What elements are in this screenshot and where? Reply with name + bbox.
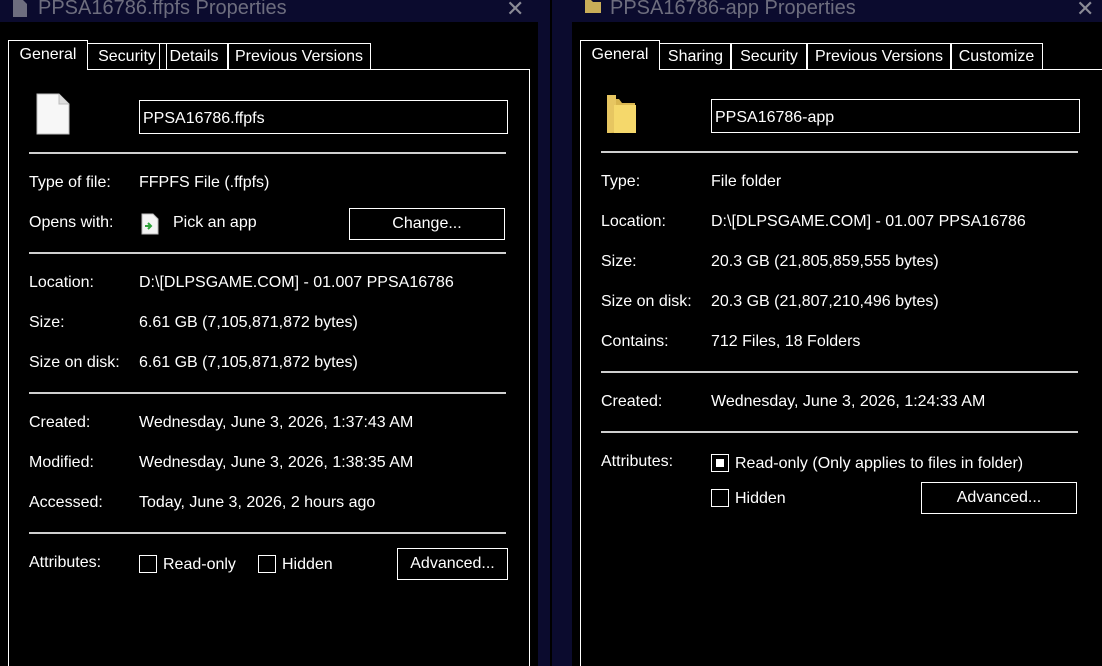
size-on-disk-value: 6.61 GB (7,105,871,872 bytes) [139, 354, 358, 371]
title-bar: PPSA16786.ffpfs Properties ✕ [0, 0, 538, 22]
created-label: Created: [601, 393, 663, 410]
modified-label: Modified: [29, 454, 94, 471]
accessed-label: Accessed: [29, 494, 103, 511]
document-icon [36, 93, 70, 135]
tab-general[interactable]: General [8, 40, 88, 70]
file-name-input[interactable] [139, 100, 508, 134]
folder-name-input[interactable] [711, 99, 1080, 133]
location-value: D:\[DLPSGAME.COM] - 01.007 PPSA16786 [711, 213, 1026, 230]
tab-sharing[interactable]: Sharing [659, 43, 732, 69]
window-title: PPSA16786.ffpfs Properties [38, 0, 287, 19]
document-icon [13, 0, 27, 17]
type-value: File folder [711, 173, 782, 190]
location-label: Location: [601, 213, 666, 230]
title-bar: PPSA16786-app Properties ✕ [572, 0, 1102, 22]
app-picker-icon [141, 213, 159, 235]
divider [29, 392, 506, 394]
file-properties-window: PPSA16786.ffpfs Properties ✕ General Sec… [0, 0, 538, 666]
size-on-disk-label: Size on disk: [601, 293, 692, 310]
tab-previous-versions[interactable]: Previous Versions [227, 43, 371, 69]
size-label: Size: [29, 314, 65, 331]
advanced-button[interactable]: Advanced... [921, 482, 1077, 514]
created-label: Created: [29, 414, 91, 431]
hidden-label: Hidden [282, 556, 333, 573]
accessed-value: Today, June 3, 2026, 2 hours ago [139, 494, 376, 511]
tab-security[interactable]: Security [87, 43, 167, 69]
window-title: PPSA16786-app Properties [610, 0, 856, 19]
read-only-label: Read-only [163, 556, 236, 573]
opens-with-label: Opens with: [29, 214, 114, 231]
contains-label: Contains: [601, 333, 669, 350]
divider [29, 252, 506, 254]
tab-details[interactable]: Details [159, 43, 229, 69]
divider [29, 152, 506, 154]
location-value: D:\[DLPSGAME.COM] - 01.007 PPSA16786 [139, 274, 454, 291]
type-value: FFPFS File (.ffpfs) [139, 174, 270, 191]
general-panel [580, 69, 1102, 666]
size-value: 20.3 GB (21,805,859,555 bytes) [711, 253, 939, 270]
divider [29, 532, 506, 534]
created-value: Wednesday, June 3, 2026, 1:37:43 AM [139, 414, 414, 431]
folder-properties-window: PPSA16786-app Properties ✕ General Shari… [572, 0, 1102, 666]
created-value: Wednesday, June 3, 2026, 1:24:33 AM [711, 393, 986, 410]
tab-general[interactable]: General [580, 40, 660, 70]
hidden-checkbox[interactable] [258, 555, 276, 573]
attributes-label: Attributes: [29, 554, 102, 571]
size-on-disk-value: 20.3 GB (21,807,210,496 bytes) [711, 293, 939, 310]
divider [601, 151, 1078, 153]
folder-icon [607, 95, 636, 133]
type-label: Type of file: [29, 174, 111, 191]
opens-with-value: Pick an app [173, 214, 257, 231]
size-on-disk-label: Size on disk: [29, 354, 120, 371]
divider [601, 371, 1078, 373]
location-label: Location: [29, 274, 94, 291]
contains-value: 712 Files, 18 Folders [711, 333, 861, 350]
hidden-label: Hidden [735, 490, 786, 507]
close-button[interactable]: ✕ [1076, 0, 1094, 22]
read-only-label: Read-only (Only applies to files in fold… [735, 455, 1024, 472]
tab-security[interactable]: Security [730, 43, 808, 69]
read-only-checkbox[interactable] [711, 454, 729, 472]
divider [601, 431, 1078, 433]
hidden-checkbox[interactable] [711, 489, 729, 507]
type-label: Type: [601, 173, 641, 190]
read-only-checkbox[interactable] [139, 555, 157, 573]
tab-customize[interactable]: Customize [950, 43, 1043, 69]
size-value: 6.61 GB (7,105,871,872 bytes) [139, 314, 358, 331]
modified-value: Wednesday, June 3, 2026, 1:38:35 AM [139, 454, 414, 471]
size-label: Size: [601, 253, 637, 270]
advanced-button[interactable]: Advanced... [397, 548, 508, 580]
close-button[interactable]: ✕ [506, 0, 524, 22]
folder-icon [585, 0, 601, 13]
window-separator [538, 0, 572, 666]
attributes-label: Attributes: [601, 453, 674, 470]
tab-previous-versions[interactable]: Previous Versions [806, 43, 952, 69]
change-button[interactable]: Change... [349, 208, 505, 240]
